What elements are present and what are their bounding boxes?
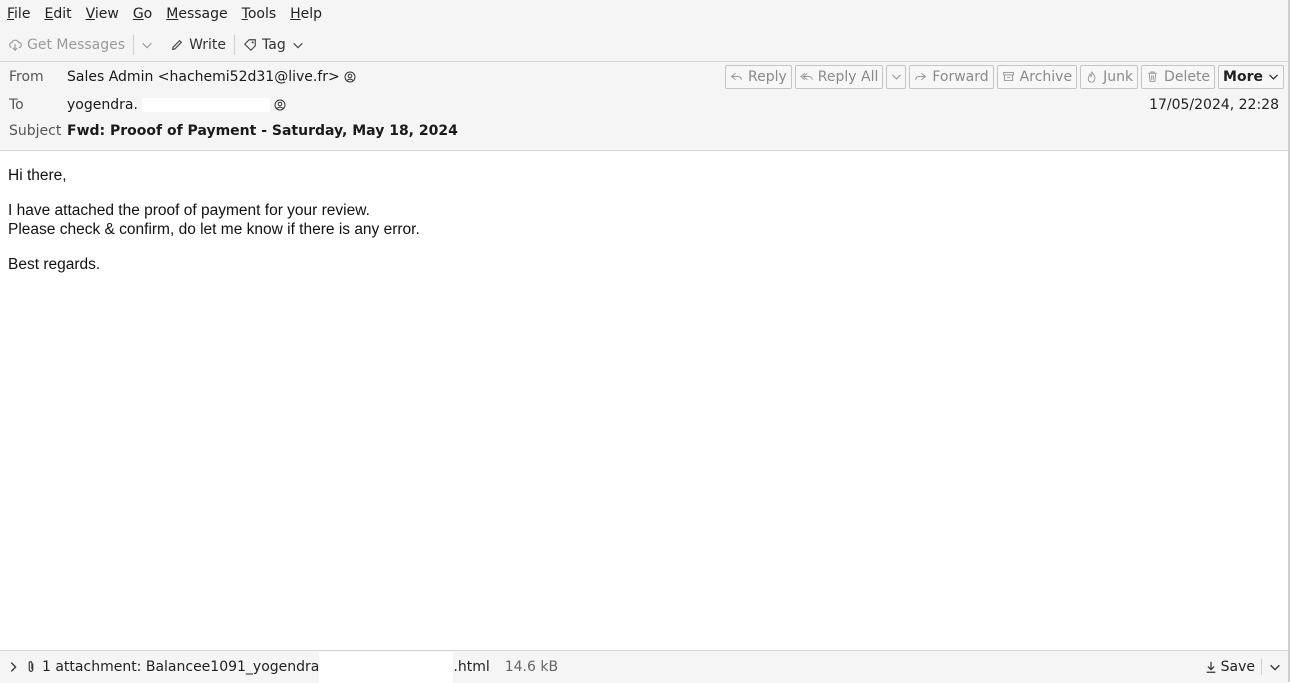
chevron-right-icon: [6, 660, 18, 674]
reply-icon: [730, 70, 744, 84]
chevron-down-icon: [890, 70, 902, 84]
junk-label: Junk: [1103, 69, 1134, 85]
cloud-download-icon: [8, 38, 22, 52]
more-label: More: [1223, 69, 1263, 85]
delete-button[interactable]: Delete: [1141, 65, 1216, 89]
message-date: 17/05/2024, 22:28: [1149, 97, 1279, 113]
tag-button[interactable]: Tag: [237, 32, 309, 58]
body-line: I have attached the proof of payment for…: [8, 202, 370, 219]
archive-button[interactable]: Archive: [996, 65, 1078, 89]
chevron-down-icon: [291, 38, 303, 52]
attachment-size: 14.6 kB: [504, 659, 559, 675]
subject-value: Fwd: Prooof of Payment - Saturday, May 1…: [67, 123, 458, 139]
menu-message[interactable]: Message: [159, 0, 234, 29]
forward-icon: [914, 70, 928, 84]
redacted-area: [319, 652, 454, 683]
body-greeting: Hi there,: [8, 167, 67, 184]
menu-edit[interactable]: Edit: [37, 0, 78, 29]
archive-icon: [1002, 70, 1016, 84]
reply-button[interactable]: Reply: [724, 65, 792, 89]
to-value: yogendra.: [67, 97, 138, 113]
redacted-area: [141, 98, 270, 112]
from-value: Sales Admin <hachemi52d31@live.fr>: [67, 69, 340, 85]
attachment-label: 1 attachment: Balancee1091_yogendra: [42, 659, 320, 675]
reply-all-icon: [799, 70, 814, 84]
contact-icon[interactable]: [344, 71, 356, 83]
toolbar-separator: [234, 35, 236, 55]
attachment-bar: 1 attachment: Balancee1091_yogendra .html…: [0, 650, 1288, 683]
write-label: Write: [189, 37, 227, 53]
tag-label: Tag: [262, 37, 286, 53]
message-actions: Reply Reply All Forward Archive Junk Del…: [724, 65, 1284, 89]
download-icon: [1204, 660, 1216, 674]
contact-icon[interactable]: [274, 99, 286, 111]
flame-icon: [1085, 70, 1099, 84]
message-header: From Sales Admin <hachemi52d31@live.fr> …: [0, 62, 1288, 151]
save-controls: Save: [1204, 659, 1288, 675]
pencil-icon: [170, 38, 184, 52]
menubar: File Edit View Go Message Tools Help: [0, 0, 1288, 29]
subject-label: Subject: [9, 123, 62, 139]
save-button[interactable]: Save: [1204, 659, 1255, 675]
chevron-down-icon[interactable]: [1268, 660, 1280, 674]
junk-button[interactable]: Junk: [1080, 65, 1139, 89]
message-body: Hi there, I have attached the proof of p…: [8, 166, 1268, 290]
get-messages-button[interactable]: Get Messages: [0, 32, 131, 58]
from-field[interactable]: Sales Admin <hachemi52d31@live.fr>: [67, 69, 356, 85]
get-messages-dropdown[interactable]: [136, 32, 158, 58]
menu-help[interactable]: Help: [283, 0, 329, 29]
menu-go[interactable]: Go: [126, 0, 159, 29]
body-closing: Best regards.: [8, 256, 101, 273]
menu-view[interactable]: View: [79, 0, 126, 29]
save-label: Save: [1220, 659, 1255, 675]
separator: [1261, 659, 1262, 675]
trash-icon: [1146, 70, 1160, 84]
reply-label: Reply: [747, 69, 787, 85]
main-toolbar: Get Messages Write Tag: [0, 29, 1288, 62]
to-label: To: [9, 97, 24, 113]
body-line: Please check & confirm, do let me know i…: [8, 221, 420, 238]
delete-label: Delete: [1164, 69, 1211, 85]
get-messages-label: Get Messages: [27, 37, 126, 53]
forward-label: Forward: [932, 69, 989, 85]
menu-tools[interactable]: Tools: [235, 0, 284, 29]
write-button[interactable]: Write: [164, 32, 232, 58]
from-label: From: [9, 69, 44, 85]
tag-icon: [243, 38, 257, 52]
body-paragraph: I have attached the proof of payment for…: [8, 201, 1268, 239]
menu-file[interactable]: File: [0, 0, 37, 29]
archive-label: Archive: [1019, 69, 1073, 85]
to-field[interactable]: yogendra.: [67, 97, 286, 113]
forward-button[interactable]: Forward: [909, 65, 994, 89]
paperclip-icon: [24, 660, 36, 674]
chevron-down-icon: [140, 38, 154, 52]
attachment-extension: .html: [453, 659, 490, 675]
chevron-down-icon: [1267, 70, 1279, 84]
reply-all-dropdown[interactable]: [886, 65, 907, 89]
reply-all-button[interactable]: Reply All: [794, 65, 884, 89]
more-button[interactable]: More: [1218, 65, 1284, 89]
toolbar-separator: [133, 35, 135, 55]
reply-all-label: Reply All: [817, 69, 879, 85]
attachment-toggle[interactable]: 1 attachment: Balancee1091_yogendra .html…: [0, 651, 558, 683]
